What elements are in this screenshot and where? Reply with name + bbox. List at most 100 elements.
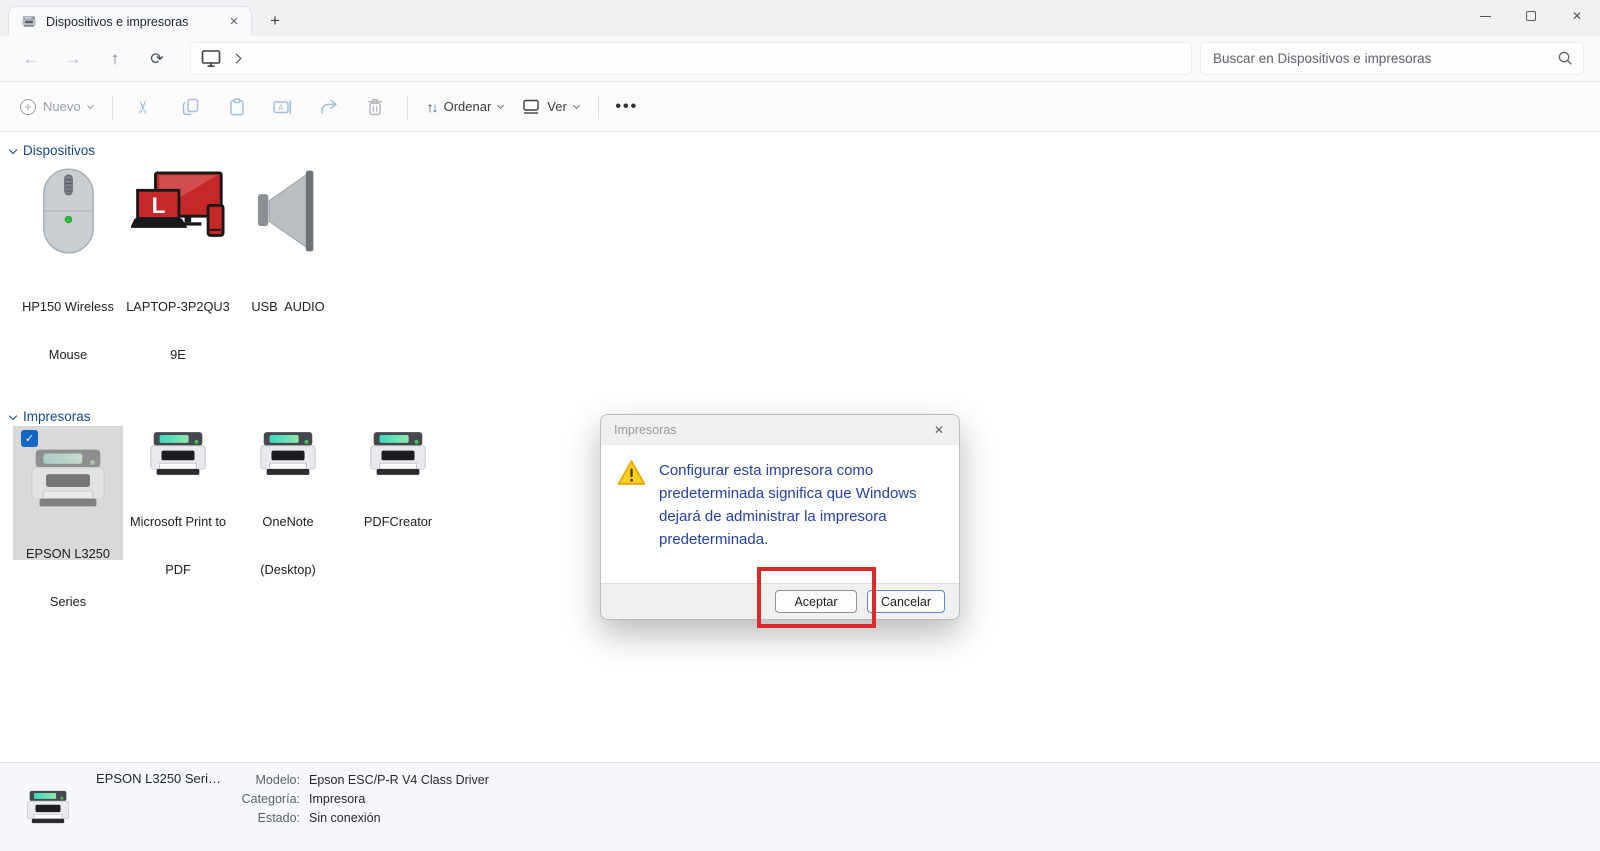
- breadcrumb-chevron-icon[interactable]: [232, 54, 242, 64]
- close-button[interactable]: ✕: [1554, 0, 1600, 32]
- device-tile-hp150-wireless-mouse[interactable]: HP150 Wireless Mouse: [13, 160, 123, 395]
- selected-item-name: EPSON L3250 Seri…: [96, 763, 232, 851]
- dialog-title: Impresoras: [614, 423, 929, 437]
- view-icon: [523, 99, 540, 115]
- view-button[interactable]: Ver: [513, 90, 589, 124]
- printer-icon: [23, 784, 73, 830]
- category-value: Impresora: [309, 790, 365, 809]
- printer-tile-microsoft-print-to-pdf[interactable]: Microsoft Print to PDF: [123, 426, 233, 560]
- chevron-down-icon: [9, 145, 17, 153]
- printer-name: EPSON L3250: [26, 546, 110, 562]
- device-name: LAPTOP-3P2QU3: [126, 299, 230, 315]
- cut-icon: ✂: [135, 99, 155, 113]
- trash-icon: [366, 98, 384, 116]
- paste-button[interactable]: [214, 90, 260, 124]
- sort-icon: ↑↓: [427, 99, 437, 115]
- new-button-label: Nuevo: [43, 99, 81, 114]
- printer-name: Microsoft Print to: [130, 514, 226, 530]
- chevron-down-icon: [573, 101, 580, 108]
- details-pane: EPSON L3250 Seri… Modelo: Epson ESC/P-R …: [0, 762, 1600, 851]
- devices-row: HP150 Wireless Mouse L: [13, 160, 1600, 395]
- search-input[interactable]: [1213, 51, 1558, 66]
- share-button[interactable]: [306, 90, 352, 124]
- window-controls: ✕: [1462, 0, 1600, 32]
- sort-button[interactable]: ↑↓ Ordenar: [417, 90, 514, 124]
- dialog-body: Configurar esta impresora como predeterm…: [601, 445, 959, 551]
- minimize-button[interactable]: [1462, 0, 1508, 32]
- printer-tile-epson-l3250[interactable]: ✓: [13, 426, 123, 560]
- mouse-icon: [40, 167, 97, 255]
- navigation-bar: ← → ↑ ⟳: [0, 36, 1600, 82]
- device-tile-usb-audio[interactable]: USB AUDIO: [233, 160, 343, 347]
- forward-button[interactable]: →: [56, 42, 90, 76]
- up-button[interactable]: ↑: [98, 42, 132, 76]
- cut-button[interactable]: ✂: [122, 90, 168, 124]
- command-toolbar: + Nuevo ✂ A: [0, 82, 1600, 132]
- status-label: Estado:: [232, 809, 300, 828]
- maximize-button[interactable]: [1508, 0, 1554, 32]
- printer-tile-pdfcreator[interactable]: PDFCreator: [343, 426, 453, 560]
- rename-icon: A: [273, 98, 292, 116]
- more-options-button[interactable]: •••: [608, 90, 646, 124]
- selected-item-properties: Modelo: Epson ESC/P-R V4 Class Driver Ca…: [232, 763, 489, 851]
- address-bar[interactable]: [190, 42, 1192, 75]
- model-value: Epson ESC/P-R V4 Class Driver: [309, 771, 489, 790]
- back-button[interactable]: ←: [14, 42, 48, 76]
- printer-icon: [365, 430, 431, 477]
- sort-button-label: Ordenar: [444, 99, 492, 114]
- search-box: [1200, 42, 1584, 75]
- printer-icon: [255, 430, 321, 477]
- printer-name-line2: (Desktop): [260, 562, 315, 578]
- section-header-devices[interactable]: Dispositivos: [10, 143, 1600, 158]
- chevron-down-icon: [87, 101, 94, 108]
- dialog-footer: Aceptar Cancelar: [601, 583, 959, 619]
- chevron-down-icon: [9, 411, 17, 419]
- tab-close-icon[interactable]: ✕: [225, 13, 243, 31]
- accept-button[interactable]: Aceptar: [775, 590, 857, 613]
- this-pc-icon: [201, 49, 221, 68]
- device-tile-laptop-3p2qu39e[interactable]: L LAPTOP-3P2QU3 9E: [123, 160, 233, 395]
- file-list-area: Dispositivos: [0, 132, 1600, 762]
- model-label: Modelo:: [232, 771, 300, 790]
- device-name: HP150 Wireless: [22, 299, 114, 315]
- rename-button[interactable]: A: [260, 90, 306, 124]
- refresh-button[interactable]: ⟳: [140, 42, 174, 76]
- tab-bar: Dispositivos e impresoras ✕ + ✕: [0, 0, 1600, 36]
- device-name-line2: 9E: [126, 347, 230, 363]
- copy-button[interactable]: [168, 90, 214, 124]
- new-button[interactable]: + Nuevo: [10, 90, 103, 124]
- printer-tile-onenote-desktop[interactable]: OneNote (Desktop): [233, 426, 343, 560]
- dialog-close-icon[interactable]: ✕: [929, 420, 949, 440]
- share-icon: [320, 98, 338, 116]
- dialog-message: Configurar esta impresora como predeterm…: [659, 459, 917, 551]
- delete-button[interactable]: [352, 90, 398, 124]
- printer-icon: [24, 447, 112, 509]
- printer-name: PDFCreator: [364, 514, 432, 530]
- devices-header-label: Dispositivos: [23, 143, 95, 158]
- tab-devices-and-printers[interactable]: Dispositivos e impresoras ✕: [8, 6, 252, 36]
- speaker-icon: [257, 169, 319, 253]
- cancel-button[interactable]: Cancelar: [867, 590, 945, 613]
- laptop-icon-letter: L: [152, 193, 166, 218]
- explorer-window: Dispositivos e impresoras ✕ + ✕ ← → ↑ ⟳: [0, 0, 1600, 851]
- tab-title: Dispositivos e impresoras: [46, 15, 216, 29]
- minimize-icon: [1480, 16, 1491, 17]
- selected-checkbox[interactable]: ✓: [21, 430, 38, 447]
- toolbar-divider: [112, 95, 113, 119]
- printer-favicon-icon: [21, 14, 37, 29]
- printer-name: OneNote: [260, 514, 315, 530]
- printers-header-label: Impresoras: [23, 409, 91, 424]
- new-tab-button[interactable]: +: [262, 8, 288, 34]
- more-options-icon: •••: [615, 98, 638, 116]
- search-icon[interactable]: [1558, 51, 1573, 66]
- copy-icon: [182, 98, 200, 116]
- paste-icon: [228, 98, 246, 116]
- category-label: Categoría:: [232, 790, 300, 809]
- printers-dialog: Impresoras ✕ Configurar esta impresora c…: [600, 414, 960, 620]
- toolbar-divider: [407, 95, 408, 119]
- printer-name-line2: Series: [26, 594, 110, 610]
- laptop-icon: L: [131, 171, 225, 251]
- plus-icon: +: [20, 99, 36, 115]
- dialog-titlebar[interactable]: Impresoras ✕: [601, 415, 959, 445]
- warning-icon: [617, 459, 646, 486]
